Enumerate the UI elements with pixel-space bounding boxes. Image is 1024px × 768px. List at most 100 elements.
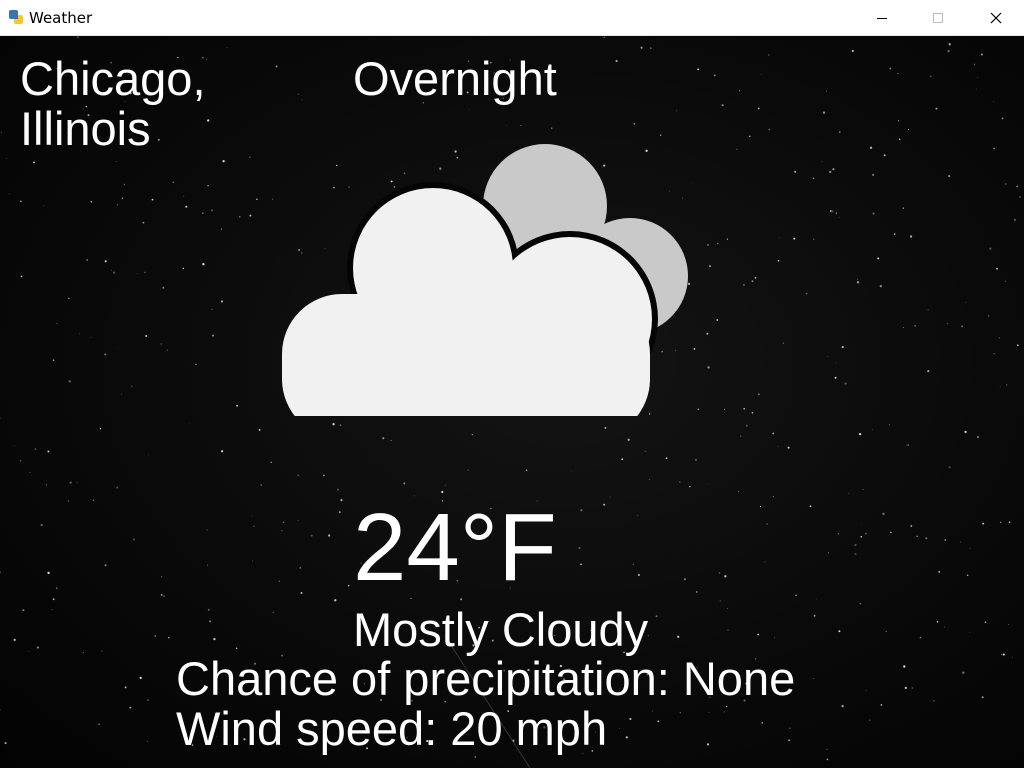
maximize-button[interactable] [909, 0, 967, 35]
star [961, 325, 964, 328]
star [844, 382, 847, 385]
star [202, 263, 205, 266]
star [927, 370, 930, 373]
star [47, 450, 50, 453]
star [764, 561, 766, 563]
star [743, 407, 746, 410]
star [131, 385, 133, 388]
star [980, 53, 983, 56]
star [837, 533, 840, 535]
star [332, 423, 335, 426]
star [162, 286, 165, 289]
star [281, 529, 283, 532]
star [725, 705, 728, 708]
star [56, 587, 58, 589]
star [721, 104, 724, 107]
star [239, 216, 241, 218]
star [132, 538, 135, 541]
star [838, 217, 840, 218]
star [116, 204, 118, 206]
star [161, 576, 163, 578]
star [185, 205, 188, 208]
star [882, 512, 885, 516]
star [749, 135, 751, 138]
star [167, 636, 170, 639]
star [0, 571, 1, 573]
star [964, 430, 967, 434]
star [813, 614, 816, 617]
star [911, 687, 913, 689]
star [1016, 185, 1019, 188]
star [648, 479, 650, 481]
star [948, 175, 951, 178]
star [145, 335, 148, 337]
minimize-button[interactable] [853, 0, 911, 35]
star [189, 423, 191, 425]
star [707, 366, 710, 369]
star [757, 393, 760, 396]
condition-label: Mostly Cloudy [353, 603, 649, 656]
star [339, 424, 342, 427]
star [832, 168, 835, 171]
star [33, 161, 35, 164]
star [751, 280, 754, 283]
star [209, 620, 212, 623]
star [69, 481, 72, 484]
star [999, 521, 1002, 524]
star [696, 591, 698, 593]
star [154, 635, 156, 637]
star [101, 650, 103, 652]
star [835, 362, 837, 364]
star [936, 620, 939, 623]
star [877, 257, 880, 260]
star [713, 74, 716, 77]
star [872, 173, 875, 176]
star [727, 629, 729, 631]
star [471, 434, 473, 436]
star [742, 283, 745, 287]
close-button[interactable] [967, 0, 1024, 35]
star [885, 630, 887, 632]
star [82, 652, 84, 654]
star [123, 183, 126, 186]
star [998, 337, 1000, 339]
star [0, 709, 1, 711]
star [300, 591, 303, 594]
close-icon [990, 12, 1002, 23]
star [47, 571, 50, 575]
star [113, 271, 116, 274]
star [795, 594, 797, 596]
title-bar[interactable]: Weather [0, 0, 1024, 36]
star [28, 651, 30, 652]
star [90, 337, 92, 338]
star [632, 563, 634, 565]
star [213, 637, 216, 641]
star [779, 237, 780, 238]
star [902, 327, 904, 329]
star [982, 522, 985, 525]
star [195, 363, 197, 366]
star [724, 575, 727, 578]
star [139, 676, 142, 680]
star [897, 120, 899, 122]
star [147, 454, 149, 456]
star [1011, 656, 1013, 658]
star [829, 210, 832, 212]
star [86, 259, 88, 261]
star [716, 319, 719, 321]
star [13, 638, 16, 642]
star [637, 515, 639, 517]
star [976, 88, 978, 90]
star [657, 720, 660, 723]
star [984, 621, 987, 624]
star [757, 633, 760, 636]
star [337, 488, 339, 491]
star [467, 469, 469, 471]
star [851, 49, 854, 53]
star [270, 461, 272, 463]
star [947, 49, 950, 53]
star [996, 267, 998, 270]
star [910, 235, 913, 238]
star [67, 500, 70, 502]
star [907, 444, 909, 446]
